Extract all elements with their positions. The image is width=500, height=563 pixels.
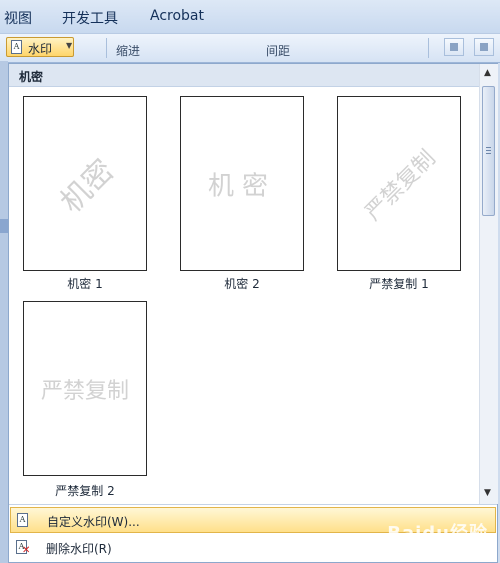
scrollbar-thumb[interactable] (482, 86, 495, 216)
watermark-thumbnail-no-copy-1[interactable]: 严禁复制 (337, 96, 461, 271)
thumbnail-caption: 严禁复制 1 (369, 277, 429, 291)
site-url: jingyan.baidu.com (404, 547, 488, 557)
watermark-gallery: 机密 机密 机密 1 机密 机密 2 严禁复制 严禁复制 1 严禁复制 严禁复制… (8, 63, 498, 563)
thumbnail-caption: 机密 2 (224, 277, 260, 291)
gallery-section-header: 机密 (9, 64, 479, 87)
ruler-marker (0, 219, 8, 233)
indent-label: 缩进 (116, 44, 141, 58)
watermark-preview-text: 严禁复制 (40, 378, 130, 404)
watermark-button[interactable]: A 水印 ▼ (6, 37, 74, 57)
position-icon[interactable] (444, 38, 464, 56)
gallery-scrollbar[interactable]: ▲ ▼ (479, 64, 498, 504)
custom-watermark-label: 自定义水印(W)... (47, 515, 140, 529)
chevron-down-icon: ▼ (66, 41, 73, 50)
watermark-preview-text: 机密 (53, 152, 122, 220)
spacing-label: 间距 (266, 44, 291, 58)
watermark-button-label: 水印 (28, 42, 53, 56)
scroll-down-icon[interactable]: ▼ (484, 488, 491, 498)
remove-watermark-label: 删除水印(R) (46, 542, 112, 556)
wrap-text-icon[interactable] (474, 38, 494, 56)
ribbon-divider (106, 38, 107, 58)
thumbnail-caption: 严禁复制 2 (55, 484, 115, 498)
tab-developer[interactable]: 开发工具 (62, 8, 118, 28)
site-logo: Baidu经验 (387, 523, 488, 544)
ribbon-divider (428, 38, 429, 58)
watermark-preview-text: 机密 (207, 171, 277, 201)
scroll-up-icon[interactable]: ▲ (484, 68, 491, 78)
tab-view[interactable]: 视图 (4, 8, 32, 28)
watermark-thumbnail-confidential-1[interactable]: 机密 (23, 96, 147, 271)
thumbnail-caption: 机密 1 (67, 277, 103, 291)
remove-watermark-icon: ✕ (22, 545, 31, 556)
watermark-preview-text: 严禁复制 (360, 145, 441, 226)
watermark-thumbnail-confidential-2[interactable]: 机密 (180, 96, 304, 271)
section-title: 机密 (19, 70, 44, 84)
tab-acrobat[interactable]: Acrobat (150, 8, 204, 24)
document-icon: A (17, 513, 28, 527)
watermark-thumbnail-no-copy-2[interactable]: 严禁复制 (23, 301, 147, 476)
ribbon-group-row: A 水印 ▼ 缩进 间距 (0, 33, 500, 63)
ribbon-tab-bar: 视图 开发工具 Acrobat (0, 0, 500, 33)
document-edge (0, 61, 8, 563)
menu-divider (9, 504, 497, 505)
document-icon: A (11, 40, 22, 54)
